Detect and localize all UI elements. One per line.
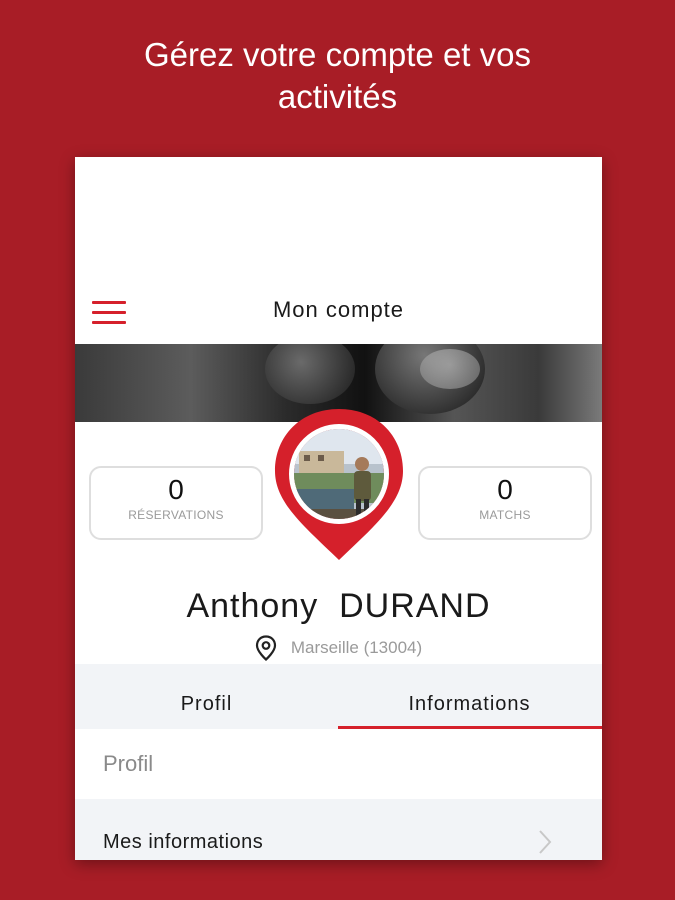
promo-headline-line2: activités — [277, 78, 398, 115]
section-header: Profil — [75, 729, 602, 800]
avatar-pin[interactable] — [272, 407, 406, 563]
promo-headline-line1: Gérez votre compte et vos — [144, 36, 531, 73]
location-pin-icon — [255, 635, 276, 661]
tab-bar: Profil Informations — [75, 664, 602, 730]
reservations-stat: 0 RÉSERVATIONS — [89, 466, 263, 540]
reservations-count: 0 — [168, 474, 184, 505]
matchs-label: MATCHS — [479, 508, 531, 522]
avatar — [289, 424, 389, 524]
section-header-label: Profil — [103, 751, 154, 776]
reservations-label: RÉSERVATIONS — [128, 508, 224, 522]
chevron-right-icon — [539, 830, 552, 854]
app-bar: Mon compte — [75, 285, 602, 345]
tab-informations[interactable]: Informations — [338, 664, 601, 730]
app-screen: Mon compte 0 RÉSERVATIONS 0 MATCHS Antho… — [75, 157, 602, 860]
matchs-stat: 0 MATCHS — [418, 466, 592, 540]
profile-name: Anthony DURAND — [186, 587, 491, 625]
matchs-count: 0 — [497, 474, 513, 505]
promo-headline: Gérez votre compte et vos activités — [0, 34, 675, 118]
page-title: Mon compte — [272, 297, 405, 322]
list-item-label: Mes informations — [103, 831, 264, 853]
tab-profil[interactable]: Profil — [75, 664, 338, 730]
profile-location: Marseille (13004) — [75, 635, 602, 666]
location-text: Marseille (13004) — [290, 638, 423, 657]
list-item-mes-informations[interactable]: Mes informations — [75, 799, 602, 860]
